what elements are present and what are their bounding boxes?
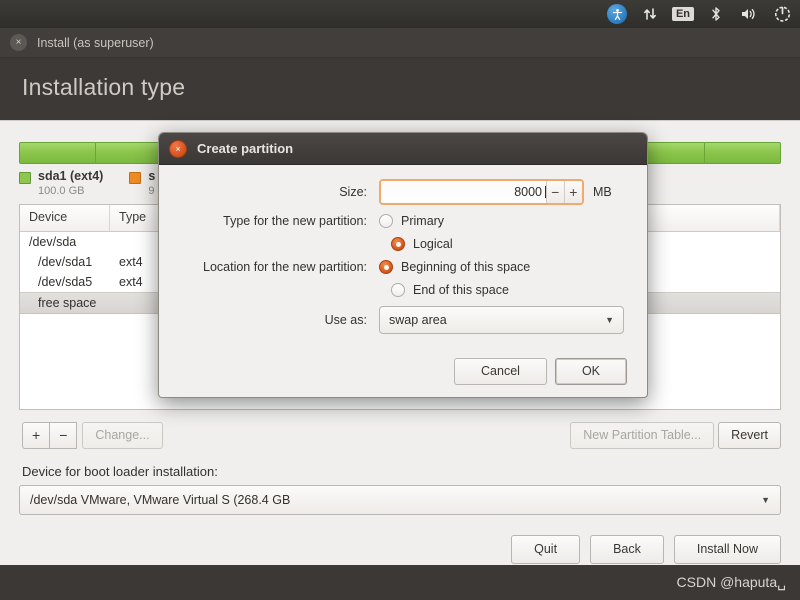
radio-icon[interactable] — [391, 283, 405, 297]
legend-item-name: sda1 (ext4) — [38, 169, 104, 183]
dialog-body: Size: − + MB Type for the new partition:… — [159, 165, 647, 397]
window-close-icon[interactable]: × — [10, 34, 27, 51]
app-title-label: Install (as superuser) — [37, 35, 154, 50]
use-as-label: Use as: — [324, 313, 367, 327]
legend-item: sda1 (ext4) 100.0 GB — [19, 169, 103, 198]
partition-table-actions: New Partition Table... Revert — [570, 422, 781, 449]
size-decrement-button[interactable]: − — [545, 181, 564, 203]
cell-device: /dev/sda1 — [38, 255, 93, 269]
partition-bar-segment — [704, 143, 780, 163]
radio-type-logical-label: Logical — [413, 237, 453, 251]
size-increment-button[interactable]: + — [563, 181, 582, 203]
quit-button[interactable]: Quit — [511, 535, 581, 564]
create-partition-dialog: × Create partition Size: − + MB Type for… — [158, 132, 648, 398]
revert-button[interactable]: Revert — [718, 422, 781, 449]
page-title: Installation type — [22, 74, 186, 100]
page-header: Installation type — [0, 58, 800, 120]
new-partition-table-button[interactable]: New Partition Table... — [570, 422, 715, 449]
radio-type-primary-label: Primary — [401, 214, 445, 228]
legend-color-swatch-icon — [19, 172, 31, 184]
dialog-actions: Cancel OK — [454, 358, 627, 385]
size-stepper[interactable]: − + — [379, 179, 584, 205]
bluetooth-icon[interactable] — [706, 4, 726, 24]
change-partition-button[interactable]: Change... — [82, 422, 163, 449]
size-unit-label: MB — [593, 185, 612, 199]
location-row: Location for the new partition: Beginnin… — [179, 260, 627, 274]
radio-type-primary[interactable]: Primary — [379, 214, 444, 228]
chevron-down-icon: ▼ — [605, 315, 614, 325]
system-tray: En — [607, 4, 792, 24]
type-row: Type for the new partition: Primary — [179, 214, 627, 228]
location-label: Location for the new partition: — [203, 260, 367, 274]
ok-button[interactable]: OK — [554, 358, 627, 385]
radio-location-end-label: End of this space — [413, 283, 509, 297]
legend-item-size: 100.0 GB — [38, 185, 85, 197]
accessibility-icon[interactable] — [607, 4, 627, 24]
column-header-device[interactable]: Device — [20, 205, 110, 231]
cell-device: /dev/sda5 — [38, 275, 93, 289]
use-as-select[interactable]: swap area ▼ — [379, 306, 624, 334]
cancel-button[interactable]: Cancel — [454, 358, 547, 385]
network-icon[interactable] — [640, 4, 660, 24]
window-close-glyph: × — [15, 36, 22, 48]
bootloader-label: Device for boot loader installation: — [22, 464, 218, 479]
partition-toolbar: + − Change... — [22, 422, 163, 449]
back-button[interactable]: Back — [590, 535, 664, 564]
type-label: Type for the new partition: — [223, 214, 367, 228]
partition-bar-segment — [20, 143, 97, 163]
partition-legend: sda1 (ext4) 100.0 GB s 9 — [19, 169, 155, 198]
legend-item: s 9 — [129, 169, 155, 198]
use-as-row: Use as: swap area ▼ — [179, 306, 627, 334]
radio-icon[interactable] — [379, 214, 393, 228]
remove-partition-button[interactable]: − — [50, 422, 78, 449]
size-input[interactable] — [381, 181, 545, 203]
legend-item-name: s — [148, 169, 156, 183]
radio-location-end[interactable]: End of this space — [391, 283, 627, 297]
chevron-down-icon: ▼ — [761, 495, 770, 505]
system-top-bar: En — [0, 0, 800, 28]
use-as-value: swap area — [389, 313, 447, 327]
bootloader-device-select[interactable]: /dev/sda VMware, VMware Virtual S (268.4… — [19, 485, 781, 515]
radio-location-beginning[interactable]: Beginning of this space — [379, 260, 530, 274]
dialog-title: Create partition — [197, 141, 294, 156]
app-titlebar: × Install (as superuser) — [0, 28, 800, 58]
radio-icon-selected[interactable] — [391, 237, 405, 251]
cell-device: free space — [38, 296, 97, 310]
volume-icon[interactable] — [739, 4, 759, 24]
size-label: Size: — [339, 185, 367, 199]
keyboard-layout-label: En — [671, 7, 695, 21]
dialog-close-glyph: × — [175, 143, 181, 154]
wizard-actions: Quit Back Install Now — [511, 535, 781, 564]
radio-location-beginning-label: Beginning of this space — [401, 260, 531, 274]
type-row-secondary: Logical — [391, 237, 627, 251]
footer-watermark-bar: CSDN @haputa␣ — [0, 565, 800, 600]
add-partition-button[interactable]: + — [22, 422, 51, 449]
bootloader-device-value: /dev/sda VMware, VMware Virtual S (268.4… — [30, 493, 291, 507]
keyboard-layout-indicator[interactable]: En — [671, 4, 695, 24]
location-row-secondary: End of this space — [391, 283, 627, 297]
size-row: Size: − + MB — [179, 179, 627, 205]
screen: En × Install (as superuser) Installation… — [0, 0, 800, 600]
legend-item-size: 9 — [148, 185, 155, 197]
install-now-button[interactable]: Install Now — [673, 535, 781, 564]
system-menu-icon[interactable] — [772, 4, 792, 24]
dialog-titlebar: × Create partition — [159, 133, 647, 165]
radio-icon-selected[interactable] — [379, 260, 393, 274]
cell-device: /dev/sda — [29, 235, 77, 249]
watermark-text: CSDN @haputa␣ — [676, 574, 786, 590]
dialog-close-icon[interactable]: × — [169, 139, 187, 158]
legend-color-swatch-icon — [129, 172, 142, 184]
radio-type-logical[interactable]: Logical — [391, 237, 627, 251]
